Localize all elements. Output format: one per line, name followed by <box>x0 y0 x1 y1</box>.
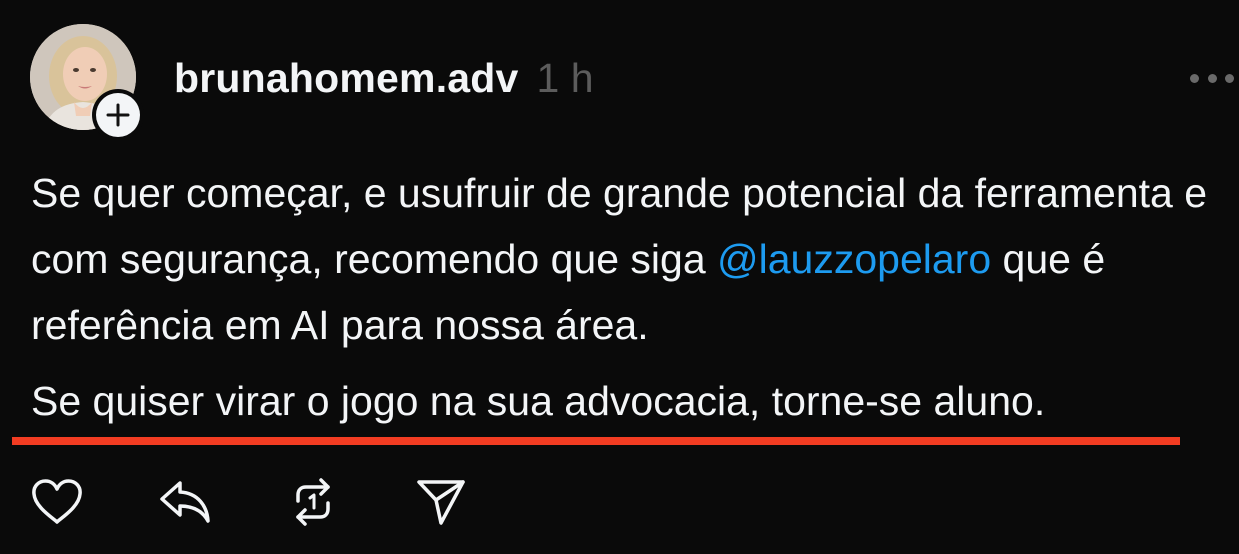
heart-icon <box>32 479 82 524</box>
post-header: brunahomem.adv 1 h <box>174 52 594 104</box>
repost-icon <box>296 478 330 526</box>
like-button[interactable] <box>28 474 86 530</box>
more-options-button[interactable] <box>1190 60 1234 96</box>
post-paragraph-2: Se quiser virar o jogo na sua advocacia,… <box>31 378 1046 424</box>
author-avatar-wrapper[interactable] <box>30 24 144 141</box>
user-mention-link[interactable]: @lauzzopelaro <box>717 236 991 282</box>
follow-button[interactable] <box>92 89 144 141</box>
repost-button[interactable] <box>284 474 342 530</box>
share-button[interactable] <box>412 474 470 530</box>
post-actions-bar <box>28 474 540 530</box>
post-timestamp[interactable]: 1 h <box>537 55 594 102</box>
post-card: brunahomem.adv 1 h Se quer começar, e us… <box>0 0 1239 554</box>
more-horizontal-icon <box>1225 73 1234 83</box>
plus-icon <box>106 103 130 127</box>
follow-badge-circle <box>96 93 140 137</box>
more-horizontal-icon <box>1190 73 1199 83</box>
post-body: Se quer começar, e usufruir de grande po… <box>31 160 1211 434</box>
more-horizontal-icon <box>1207 73 1217 83</box>
send-icon <box>417 480 465 525</box>
highlight-underline <box>12 437 1180 445</box>
author-username[interactable]: brunahomem.adv <box>174 55 519 102</box>
reply-icon <box>160 481 210 523</box>
post-paragraph-1: Se quer começar, e usufruir de grande po… <box>31 160 1211 358</box>
reply-button[interactable] <box>156 474 214 530</box>
